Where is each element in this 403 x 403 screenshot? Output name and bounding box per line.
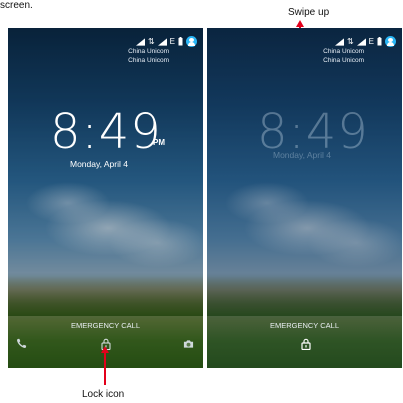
carrier-label: China Unicom China Unicom — [128, 48, 169, 64]
network-icon: E — [368, 37, 374, 46]
battery-icon — [377, 37, 382, 46]
network-icon: E — [169, 37, 175, 46]
avatar-icon — [186, 36, 197, 47]
clock-date: Monday, April 4 — [70, 159, 128, 169]
network-icon: ⇅ — [346, 37, 354, 46]
swipe-up-caption: Swipe up — [288, 7, 330, 18]
clock-time: 8:49 — [50, 104, 162, 160]
emergency-call-button[interactable]: EMERGENCY CALL — [207, 321, 402, 330]
camera-icon[interactable] — [183, 339, 194, 349]
emergency-call-button[interactable]: EMERGENCY CALL — [8, 321, 203, 330]
status-bar: ⇅ E — [135, 36, 197, 47]
lockscreen-swiping: ⇅ E China Unicom China Unicom 8:49 Monda… — [207, 28, 402, 368]
signal-icon — [356, 37, 366, 46]
signal-icon — [157, 37, 167, 46]
wallpaper-dim — [8, 28, 203, 368]
lock-icon[interactable] — [301, 338, 311, 350]
signal-icon — [135, 37, 145, 46]
lock-icon-caption: Lock icon — [82, 389, 125, 400]
top-caption: screen. — [0, 0, 33, 11]
status-bar: ⇅ E — [334, 36, 396, 47]
phone-icon[interactable] — [16, 338, 27, 349]
clock-ampm: PM — [153, 138, 165, 147]
avatar-icon — [385, 36, 396, 47]
network-icon: ⇅ — [147, 37, 155, 46]
lockscreen-before: ⇅ E China Unicom China Unicom 8:49 PM Mo… — [8, 28, 203, 368]
signal-icon — [334, 37, 344, 46]
carrier-label: China Unicom China Unicom — [323, 48, 364, 64]
battery-icon — [178, 37, 183, 46]
wallpaper-dim — [207, 28, 402, 368]
clock-date-faded: Monday, April 4 — [273, 150, 331, 160]
lock-arrow-line — [104, 352, 106, 385]
